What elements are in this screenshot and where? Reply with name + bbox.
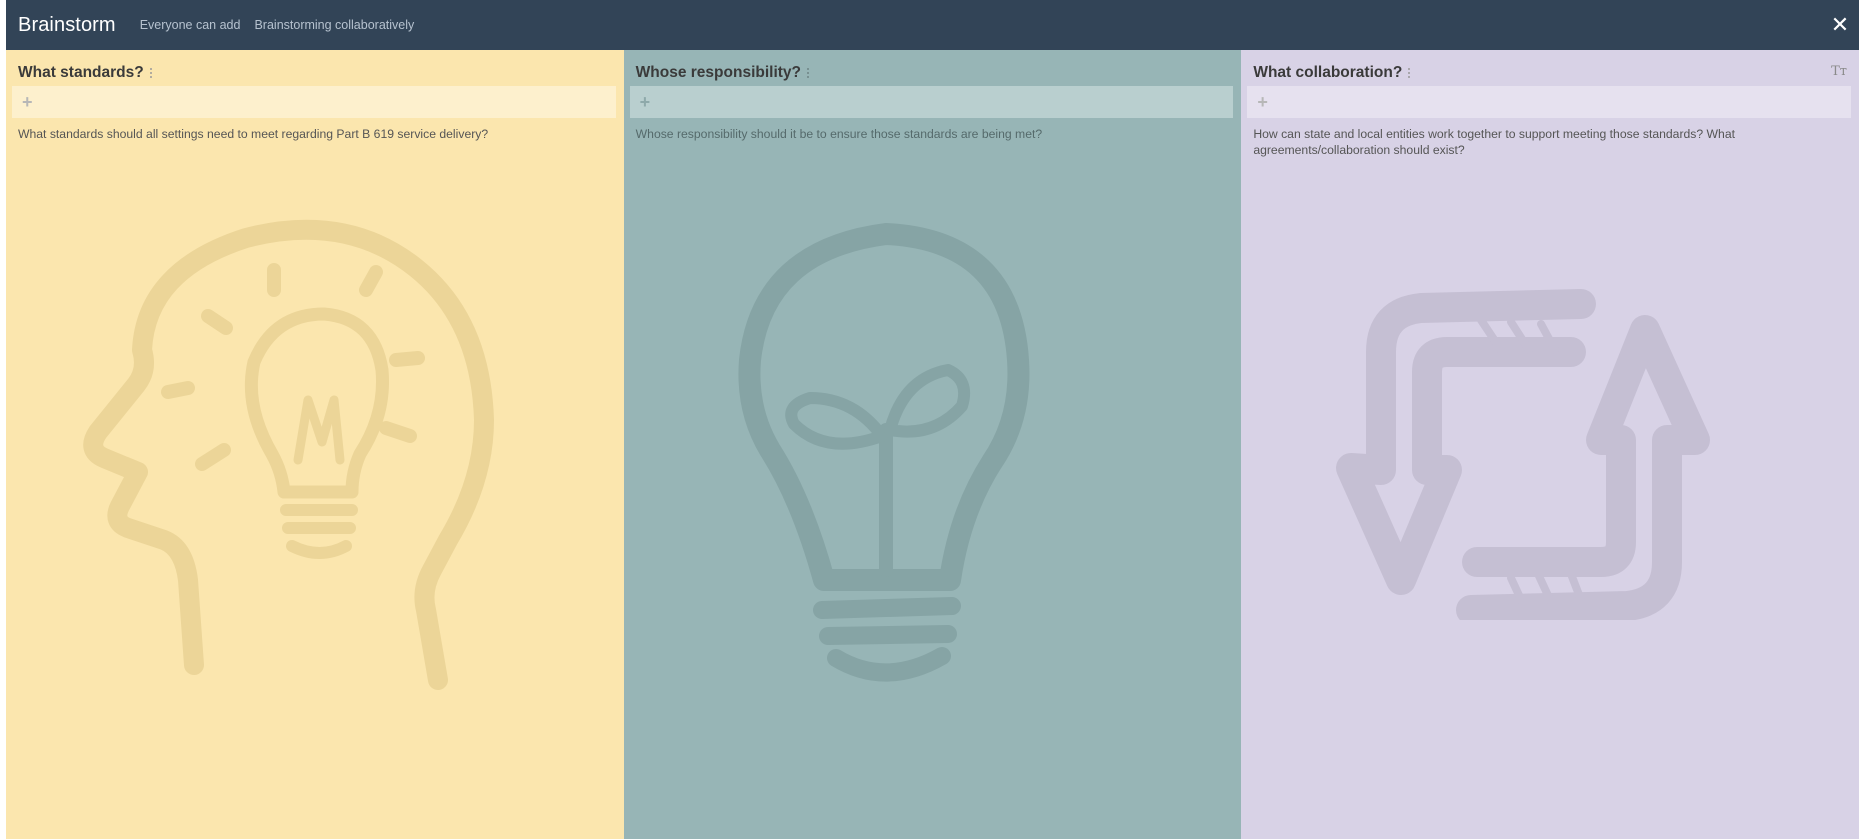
board-description: Brainstorming collaboratively bbox=[254, 18, 415, 32]
text-size-icon[interactable]: Tт bbox=[1831, 64, 1847, 79]
column-header: What standards? bbox=[18, 62, 612, 84]
column-description: How can state and local entities work to… bbox=[1253, 127, 1735, 157]
column-title: Whose responsibility? bbox=[635, 64, 802, 81]
cycle-arrows-icon bbox=[1336, 289, 1711, 620]
column-what-standards: What standards? + What standards should … bbox=[6, 50, 624, 839]
column-title: What collaboration? bbox=[1253, 64, 1403, 81]
column-header: What collaboration? Tт bbox=[1253, 62, 1847, 84]
column-menu-icon[interactable] bbox=[807, 67, 810, 79]
add-idea-button[interactable]: + bbox=[12, 86, 616, 118]
head-lightbulb-icon bbox=[83, 219, 494, 690]
plus-icon: + bbox=[1257, 92, 1268, 112]
column-menu-icon[interactable] bbox=[1408, 67, 1411, 79]
close-icon[interactable]: ✕ bbox=[1829, 14, 1851, 36]
column-description: Whose responsibility should it be to ens… bbox=[635, 127, 1043, 141]
add-idea-button[interactable]: + bbox=[1247, 86, 1851, 118]
brainstorm-app: Brainstorm Everyone can add Brainstormin… bbox=[6, 0, 1859, 839]
column-description: What standards should all settings need … bbox=[18, 127, 489, 141]
columns-container: What standards? + What standards should … bbox=[6, 50, 1859, 839]
plus-icon: + bbox=[22, 92, 33, 112]
column-what-collaboration: What collaboration? Tт + How can state a… bbox=[1241, 50, 1859, 839]
column-menu-icon[interactable] bbox=[149, 67, 152, 79]
column-title: What standards? bbox=[18, 64, 144, 81]
header-bar: Brainstorm Everyone can add Brainstormin… bbox=[6, 0, 1859, 50]
column-whose-responsibility: Whose responsibility? + Whose responsibi… bbox=[623, 50, 1242, 839]
plus-icon: + bbox=[639, 92, 651, 112]
add-idea-button[interactable]: + bbox=[629, 86, 1234, 118]
app-title: Brainstorm bbox=[18, 13, 116, 36]
lightbulb-sprout-icon bbox=[738, 223, 1030, 682]
permission-label: Everyone can add bbox=[139, 18, 241, 32]
column-header: Whose responsibility? bbox=[636, 62, 1230, 84]
